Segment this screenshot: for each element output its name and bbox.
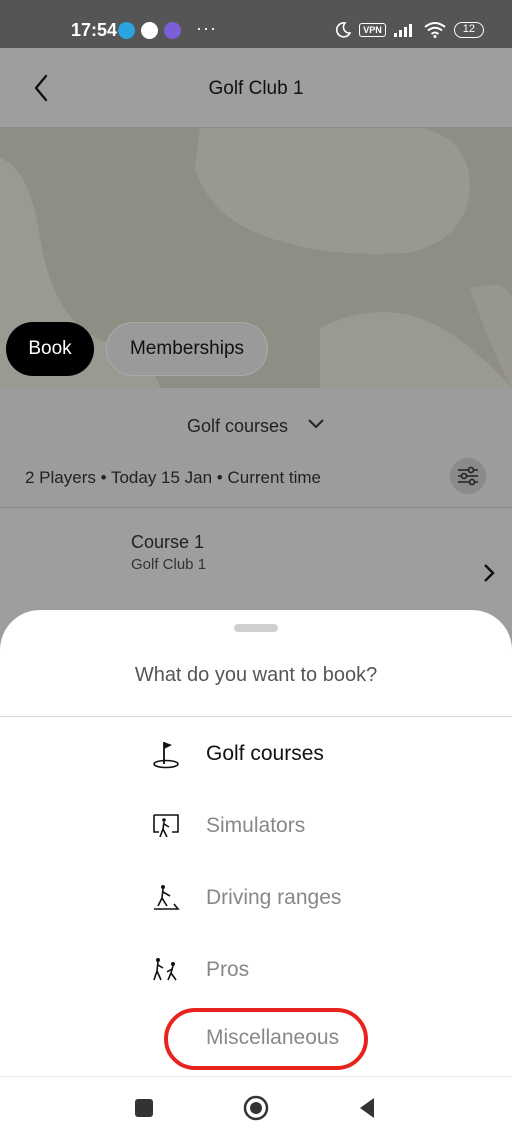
search-summary[interactable]: 2 Players • Today 15 Jan • Current time (25, 468, 321, 488)
golf-pro-icon (153, 958, 177, 981)
slack-icon (141, 22, 158, 39)
option-label: Pros (206, 958, 250, 981)
wifi-icon (424, 22, 446, 38)
driving-range-icon (154, 885, 180, 910)
battery-indicator: 12 (453, 22, 484, 38)
tab-book[interactable]: Book (6, 322, 94, 376)
home-icon[interactable] (242, 1094, 270, 1122)
status-app-icons (118, 22, 181, 39)
booking-type-sheet: What do you want to book? Golf courses S… (0, 610, 512, 1080)
option-label: Simulators (206, 814, 306, 837)
option-label: Golf courses (206, 742, 324, 765)
app-header: Golf Club 1 (0, 48, 512, 128)
telegram-icon (118, 22, 135, 39)
course-list-item[interactable]: Course 1 Golf Club 1 (0, 508, 512, 618)
chevron-right-icon (484, 564, 495, 582)
status-bar: 17:54 ··· VPN 12 (0, 0, 512, 48)
simulator-icon (153, 814, 179, 838)
status-indicators: VPN 12 (335, 22, 484, 38)
course-name: Course 1 (131, 532, 205, 552)
option-driving-ranges[interactable]: Driving ranges (150, 876, 341, 920)
highlight-annotation (164, 1008, 368, 1070)
status-more-icon: ··· (196, 18, 217, 38)
divider (0, 716, 512, 717)
vpn-badge: VPN (359, 23, 386, 37)
recents-icon[interactable] (130, 1094, 158, 1122)
drag-handle[interactable] (234, 624, 278, 632)
chevron-down-icon (308, 419, 324, 429)
back-nav-icon[interactable] (354, 1094, 382, 1122)
filter-area: Golf courses 2 Players • Today 15 Jan • … (0, 388, 512, 508)
golf-flag-icon (153, 742, 179, 769)
tab-memberships[interactable]: Memberships (106, 322, 268, 376)
signal-icon (393, 24, 412, 37)
course-club: Golf Club 1 (131, 556, 207, 573)
option-pros[interactable]: Pros (150, 948, 249, 992)
option-label: Driving ranges (206, 886, 342, 909)
status-time: 17:54 (71, 20, 118, 40)
filter-button[interactable] (450, 458, 486, 494)
sliders-icon (458, 466, 478, 486)
viber-icon (164, 22, 181, 39)
option-golf-courses[interactable]: Golf courses (150, 732, 324, 776)
category-dropdown[interactable]: Golf courses (0, 416, 512, 437)
category-dropdown-label: Golf courses (186, 416, 289, 436)
page-title: Golf Club 1 (208, 78, 304, 99)
system-nav-bar (0, 1076, 512, 1138)
sheet-title: What do you want to book? (134, 664, 378, 686)
moon-icon (336, 22, 352, 38)
option-simulators[interactable]: Simulators (150, 804, 305, 848)
